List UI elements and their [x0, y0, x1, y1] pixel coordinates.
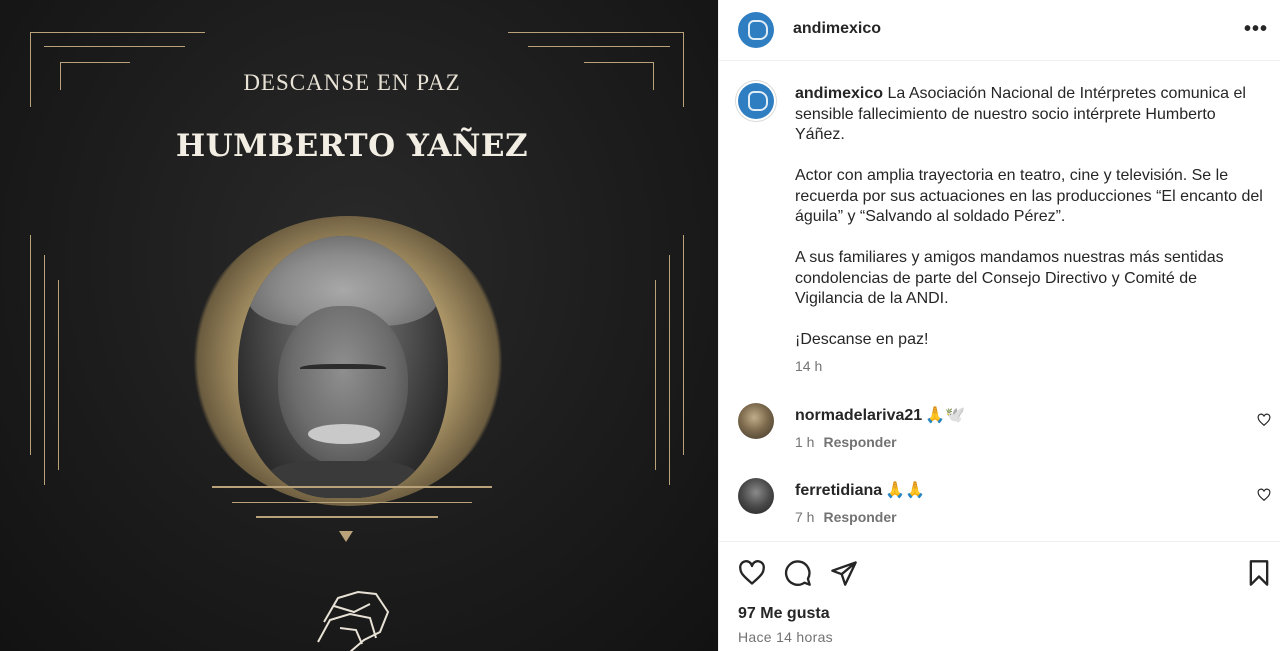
andi-logo-icon — [317, 590, 390, 651]
header-username[interactable]: andimexico — [793, 20, 881, 38]
frame-line — [60, 62, 130, 63]
frame-line — [44, 255, 45, 485]
comment-item: normadelariva21 🙏🕊️ 1 h Responder — [719, 403, 1280, 473]
comment-emoji: 🙏🕊️ — [925, 407, 966, 424]
comment-item: ferretidiana 🙏🙏 7 h Responder — [719, 478, 1280, 548]
comment-time[interactable]: 1 h — [795, 434, 814, 450]
caption-timestamp[interactable]: 14 h — [795, 358, 822, 374]
commenter-avatar[interactable] — [738, 403, 774, 439]
share-paper-plane-icon[interactable] — [830, 559, 858, 587]
comment-time[interactable]: 7 h — [795, 509, 814, 525]
profile-avatar[interactable] — [738, 12, 774, 48]
frame-line — [528, 46, 670, 47]
caption-paragraph: A sus familiares y amigos mandamos nuest… — [795, 249, 1224, 307]
image-name: HUMBERTO YAÑEZ — [175, 128, 529, 164]
commenter-username[interactable]: normadelariva21 — [795, 407, 922, 424]
post-sidebar: andimexico ••• andimexico La Asociación … — [718, 0, 1280, 651]
frame-line — [58, 280, 59, 470]
caption-paragraph: ¡Descanse en paz! — [795, 331, 929, 348]
portrait-photo — [238, 236, 448, 498]
triangle-ornament — [339, 531, 353, 542]
gold-rule — [256, 516, 438, 518]
post-header: andimexico ••• — [719, 0, 1280, 61]
frame-line — [669, 255, 670, 485]
caption-text: andimexico La Asociación Nacional de Int… — [795, 84, 1265, 371]
reply-button[interactable]: Responder — [823, 434, 896, 450]
commenter-avatar[interactable] — [738, 478, 774, 514]
gold-rule — [212, 486, 492, 488]
reply-button[interactable]: Responder — [823, 509, 896, 525]
image-subtitle: DESCANSE EN PAZ — [243, 70, 461, 95]
like-heart-icon[interactable] — [738, 559, 766, 587]
caption-username[interactable]: andimexico — [795, 85, 883, 102]
frame-line — [30, 235, 31, 455]
comment-like-heart-icon[interactable] — [1257, 488, 1271, 502]
caption-paragraph: Actor con amplia trayectoria en teatro, … — [795, 167, 1263, 225]
commenter-username[interactable]: ferretidiana — [795, 482, 882, 499]
frame-line — [508, 32, 684, 33]
frame-line — [584, 62, 654, 63]
comment-emoji: 🙏🙏 — [885, 482, 925, 499]
action-bar: 97 Me gusta Hace 14 horas — [719, 541, 1280, 651]
comment-like-heart-icon[interactable] — [1257, 413, 1271, 427]
frame-line — [44, 46, 185, 47]
gold-rule — [232, 502, 472, 503]
more-options-icon[interactable]: ••• — [1244, 18, 1268, 41]
frame-line — [30, 32, 205, 33]
frame-line — [655, 280, 656, 470]
frame-line — [683, 235, 684, 455]
caption-avatar[interactable] — [738, 83, 774, 119]
post-image[interactable]: DESCANSE EN PAZ HUMBERTO YAÑEZ — [0, 0, 718, 651]
likes-count[interactable]: 97 Me gusta — [738, 605, 830, 623]
post-date[interactable]: Hace 14 horas — [738, 629, 833, 645]
save-bookmark-icon[interactable] — [1245, 559, 1273, 587]
comment-bubble-icon[interactable] — [784, 559, 812, 587]
